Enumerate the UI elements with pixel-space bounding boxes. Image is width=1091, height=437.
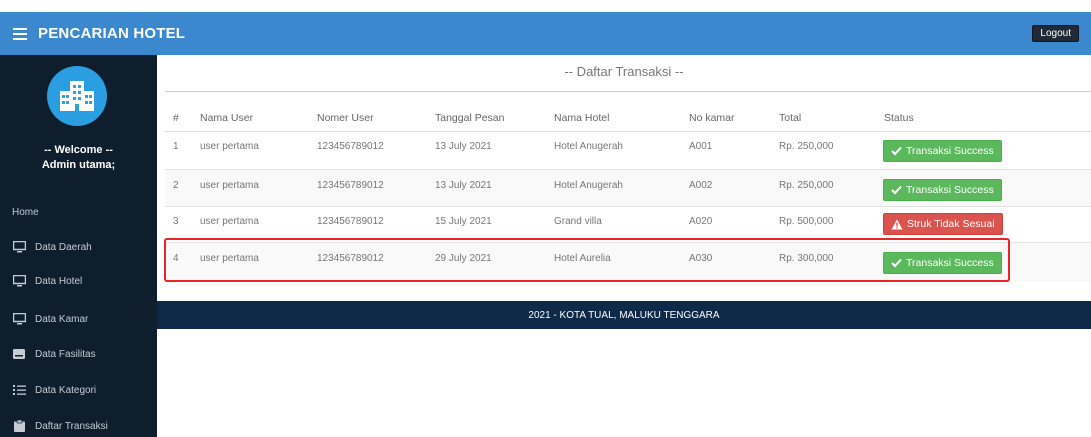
list-icon	[12, 384, 26, 396]
status-label: Transaksi Success	[906, 145, 994, 157]
hotel-name: Hotel Anugerah	[554, 141, 623, 152]
room-number: A002	[689, 180, 713, 191]
footer: 2021 - KOTA TUAL, MALUKU TENGGARA	[157, 301, 1091, 329]
hotel-building-icon	[47, 66, 107, 126]
column-header: Nomer User	[317, 112, 374, 124]
table-header-row: # Nama User Nomer User Tanggal Pesan Nam…	[165, 105, 1091, 131]
column-header: Total	[779, 112, 802, 124]
column-header: Nama User	[200, 112, 254, 124]
sidebar-item-data-kamar[interactable]: Data Kamar	[12, 310, 152, 328]
highlight-box	[164, 238, 1010, 282]
row-number: 2	[173, 180, 179, 191]
room-number: A001	[689, 141, 713, 152]
order-date: 13 July 2021	[435, 180, 492, 191]
total-amount: Rp. 250,000	[779, 180, 834, 191]
page-title: -- Daftar Transaksi --	[564, 64, 684, 79]
card-icon	[12, 348, 26, 360]
row-number: 3	[173, 216, 179, 227]
table-row: 3 user pertama 123456789012 15 July 2021…	[165, 206, 1091, 242]
sidebar-item-label: Data Daerah	[35, 241, 92, 253]
sidebar-item-label: Data Hotel	[35, 275, 83, 287]
monitor-icon	[12, 313, 26, 325]
sidebar-item-label: Data Kamar	[35, 313, 89, 325]
clipboard-icon	[12, 420, 26, 432]
app-title: PENCARIAN HOTEL	[38, 25, 186, 42]
sidebar-item-data-hotel[interactable]: Data Hotel	[12, 272, 152, 290]
sidebar-item-data-daerah[interactable]: Data Daerah	[12, 238, 152, 256]
status-badge-danger[interactable]: Struk Tidak Sesuai	[883, 213, 1003, 235]
check-shield-icon	[891, 146, 902, 156]
warning-icon	[891, 219, 903, 229]
order-date: 15 July 2021	[435, 216, 492, 227]
row-number: 1	[173, 141, 179, 152]
hotel-name: Grand villa	[554, 216, 602, 227]
top-navbar: PENCARIAN HOTEL Logout	[0, 12, 1091, 55]
total-amount: Rp. 250,000	[779, 141, 834, 152]
hamburger-menu-icon[interactable]	[13, 27, 27, 40]
total-amount: Rp. 500,000	[779, 216, 834, 227]
column-header: #	[173, 112, 179, 124]
column-header: Tanggal Pesan	[435, 112, 505, 124]
status-label: Struk Tidak Sesuai	[907, 218, 995, 230]
divider	[165, 91, 1091, 92]
hotel-name: Hotel Anugerah	[554, 180, 623, 191]
sidebar-item-home[interactable]: Home	[12, 203, 152, 221]
table-row: 2 user pertama 123456789012 13 July 2021…	[165, 169, 1091, 206]
column-header: No kamar	[689, 112, 735, 124]
welcome-text: -- Welcome --	[44, 144, 113, 156]
sidebar: -- Welcome -- Admin utama; Home Data Dae…	[0, 55, 157, 437]
user-number: 123456789012	[317, 216, 384, 227]
room-number: A020	[689, 216, 713, 227]
user-number: 123456789012	[317, 141, 384, 152]
logout-button[interactable]: Logout	[1032, 25, 1079, 42]
order-date: 13 July 2021	[435, 141, 492, 152]
monitor-icon	[12, 241, 26, 253]
column-header: Status	[884, 112, 914, 124]
sidebar-item-data-kategori[interactable]: Data Kategori	[12, 381, 152, 399]
table-row: 1 user pertama 123456789012 13 July 2021…	[165, 131, 1091, 169]
sidebar-item-daftar-transaksi[interactable]: Daftar Transaksi	[12, 417, 152, 435]
status-label: Transaksi Success	[906, 184, 994, 196]
column-header: Nama Hotel	[554, 112, 610, 124]
check-shield-icon	[891, 185, 902, 195]
user-name: user pertama	[200, 180, 259, 191]
status-badge-success[interactable]: Transaksi Success	[883, 179, 1002, 201]
user-number: 123456789012	[317, 180, 384, 191]
sidebar-item-label: Home	[12, 206, 39, 218]
status-badge-success[interactable]: Transaksi Success	[883, 140, 1002, 162]
monitor-icon	[12, 275, 26, 287]
sidebar-item-label: Data Fasilitas	[35, 348, 96, 360]
user-name: user pertama	[200, 216, 259, 227]
user-name: user pertama	[200, 141, 259, 152]
sidebar-item-label: Data Kategori	[35, 384, 97, 396]
sidebar-item-label: Daftar Transaksi	[35, 420, 108, 432]
admin-name: Admin utama;	[41, 159, 116, 171]
sidebar-item-data-fasilitas[interactable]: Data Fasilitas	[12, 345, 152, 363]
